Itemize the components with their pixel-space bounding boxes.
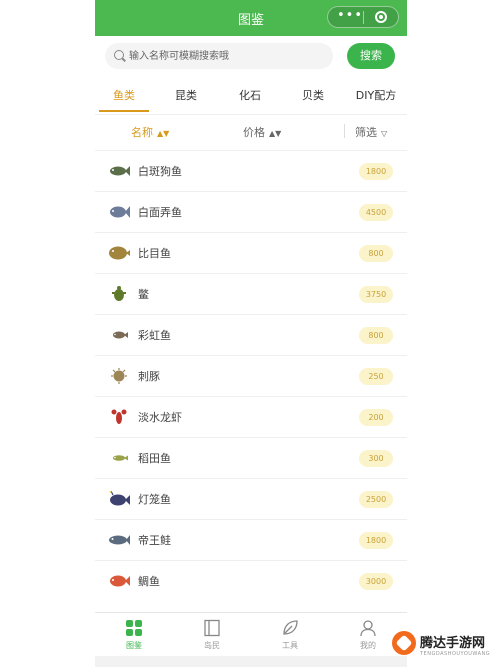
price-badge: 800: [359, 245, 393, 262]
search-box[interactable]: [105, 43, 333, 69]
search-button[interactable]: 搜索: [347, 43, 395, 69]
price-badge: 200: [359, 409, 393, 426]
miniprogram-capsule: •••: [327, 6, 399, 28]
more-menu-icon[interactable]: •••: [337, 8, 363, 23]
close-miniprogram-icon[interactable]: [375, 11, 387, 23]
nav-encyclopedia[interactable]: 图鉴: [95, 613, 173, 657]
sort-arrows-icon: ▲▼: [157, 129, 170, 138]
price-badge: 800: [359, 327, 393, 344]
price-badge: 3000: [359, 573, 393, 590]
fish-icon: [109, 535, 130, 545]
tab-fossils[interactable]: 化石: [225, 82, 275, 112]
price-badge: 300: [359, 450, 393, 467]
list-item[interactable]: 刺豚 250: [95, 355, 407, 396]
tab-diy-recipes[interactable]: DIY配方: [347, 82, 405, 112]
leaf-icon: [283, 620, 298, 635]
category-tabs: 鱼类 昆类 化石 贝类 DIY配方: [95, 82, 407, 115]
tab-insects[interactable]: 昆类: [161, 82, 211, 112]
fish-icon: [110, 166, 130, 176]
pufferfish-icon: [111, 368, 127, 384]
crayfish-icon: [111, 409, 127, 424]
list-item[interactable]: 彩虹鱼 800: [95, 314, 407, 355]
filter-button[interactable]: 筛选 ▽: [355, 124, 387, 140]
list-item[interactable]: 比目鱼 800: [95, 232, 407, 273]
site-watermark: 腾达手游网 TENGDASHOUYOUWANG: [392, 629, 500, 663]
filter-icon: ▽: [381, 129, 388, 138]
search-input[interactable]: [129, 43, 324, 69]
sort-arrows-icon: ▲▼: [269, 129, 282, 138]
active-tab-underline: [99, 110, 149, 112]
capsule-divider: [363, 11, 364, 24]
price-badge: 250: [359, 368, 393, 385]
nav-tools[interactable]: 工具: [251, 613, 329, 657]
list-item[interactable]: 白斑狗鱼 1800: [95, 150, 407, 191]
list-item[interactable]: 淡水龙虾 200: [95, 396, 407, 437]
list-item[interactable]: 灯笼鱼 2500: [95, 478, 407, 519]
fish-icon: [110, 575, 130, 587]
price-badge: 1800: [359, 163, 393, 180]
price-badge: 2500: [359, 491, 393, 508]
fish-icon: [113, 455, 128, 461]
home-indicator-area: [95, 656, 407, 667]
tab-shells[interactable]: 贝类: [288, 82, 338, 112]
price-badge: 3750: [359, 286, 393, 303]
sort-by-name[interactable]: 名称 ▲▼: [131, 124, 169, 140]
site-logo-icon: [392, 631, 416, 655]
list-item[interactable]: 帝王鲑 1800: [95, 519, 407, 560]
sort-bar: 名称 ▲▼ 价格 ▲▼ 筛选 ▽: [95, 118, 407, 146]
fish-icon: [110, 206, 130, 218]
nav-villagers[interactable]: 岛民: [173, 613, 251, 657]
grid-icon: [126, 620, 142, 636]
tab-fish[interactable]: 鱼类: [99, 82, 149, 112]
flatfish-icon: [109, 246, 130, 260]
fish-icon: [113, 331, 128, 339]
list-item[interactable]: 白面弄鱼 4500: [95, 191, 407, 232]
bottom-nav: 图鉴 岛民 工具 我的: [95, 612, 407, 657]
list-item[interactable]: 鲷鱼 3000: [95, 560, 407, 601]
user-icon: [360, 620, 376, 637]
sort-by-price[interactable]: 价格 ▲▼: [243, 124, 281, 140]
search-icon: [114, 50, 124, 60]
price-badge: 1800: [359, 532, 393, 549]
list-item[interactable]: 鳖 3750: [95, 273, 407, 314]
sort-divider: [344, 124, 345, 138]
fish-icon: [109, 491, 130, 506]
book-icon: [204, 619, 220, 637]
list-item[interactable]: 稻田鱼 300: [95, 437, 407, 478]
turtle-icon: [112, 286, 126, 301]
title-bar: 图鉴 •••: [95, 0, 407, 36]
app-screen: 图鉴 ••• 搜索 鱼类 昆类 化石 贝类 DIY配方 名称▲▼: [95, 0, 407, 667]
price-badge: 4500: [359, 204, 393, 221]
